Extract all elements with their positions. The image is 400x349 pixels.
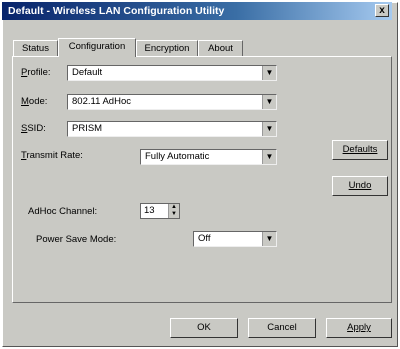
transmit-rate-value: Fully Automatic [145,151,210,162]
ok-button[interactable]: OK [170,318,238,338]
chevron-down-icon[interactable]: ▼ [262,150,276,164]
tab-about[interactable]: About [198,40,243,56]
ssid-dropdown[interactable]: PRISM ▼ [67,121,277,137]
profile-value: Default [72,67,103,78]
undo-button[interactable]: Undo [332,176,388,196]
cancel-button[interactable]: Cancel [248,318,316,338]
chevron-down-icon[interactable]: ▼ [262,95,276,109]
power-save-mode-label: Power Save Mode: [36,234,117,245]
chevron-down-icon[interactable]: ▼ [262,122,276,136]
tab-status-label: Status [22,43,49,54]
defaults-button[interactable]: Defaults [332,140,388,160]
tab-encryption[interactable]: Encryption [136,40,198,56]
mode-value: 802.11 AdHoc [72,96,131,107]
mode-dropdown[interactable]: 802.11 AdHoc ▼ [67,94,277,110]
spin-down-icon[interactable]: ▼ [168,211,179,218]
tab-configuration-label: Configuration [68,41,126,52]
close-button[interactable]: x [375,4,389,17]
spin-up-icon[interactable]: ▲ [168,204,179,211]
tab-encryption-label: Encryption [144,43,190,54]
chevron-down-icon[interactable]: ▼ [262,66,276,80]
tab-about-label: About [208,43,233,54]
window-title: Default - Wireless LAN Configuration Uti… [8,5,225,17]
adhoc-channel-spinner[interactable]: 13 ▲ ▼ [140,203,180,219]
tab-configuration[interactable]: Configuration [58,38,136,57]
profile-label: Profile: [21,67,51,78]
adhoc-channel-label: AdHoc Channel: [28,206,98,217]
title-bar[interactable]: Default - Wireless LAN Configuration Uti… [2,2,392,20]
adhoc-channel-value: 13 [144,205,155,216]
ssid-label: SSID: [21,123,46,134]
apply-button[interactable]: Apply [326,318,392,338]
chevron-down-icon[interactable]: ▼ [262,232,276,246]
ssid-value: PRISM [72,123,103,134]
power-save-dropdown[interactable]: Off ▼ [193,231,277,247]
tab-status[interactable]: Status [13,40,58,56]
close-icon: x [379,5,385,16]
transmit-rate-dropdown[interactable]: Fully Automatic ▼ [140,149,277,165]
profile-dropdown[interactable]: Default ▼ [67,65,277,81]
transmit-rate-label: Transmit Rate: [21,150,83,161]
power-save-value: Off [198,233,211,244]
mode-label: Mode: [21,96,48,107]
